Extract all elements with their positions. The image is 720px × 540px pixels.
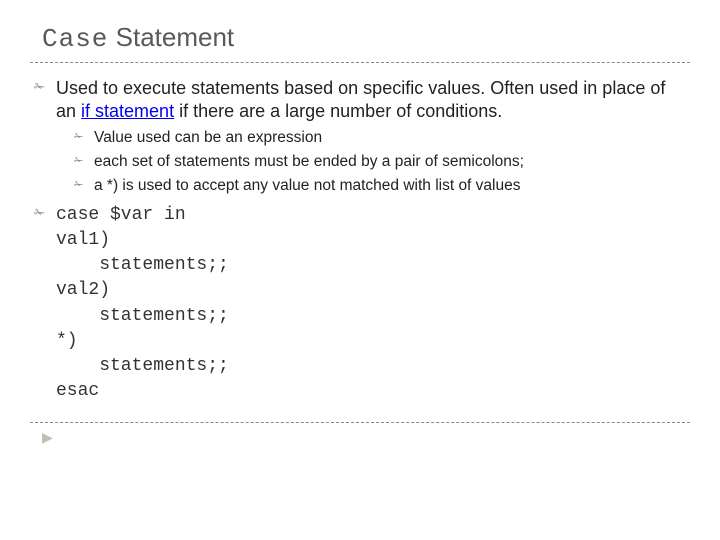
list-item: Used to execute statements based on spec… xyxy=(34,77,684,197)
list-item-text-post: if there are a large number of condition… xyxy=(174,101,502,121)
inline-link[interactable]: if statement xyxy=(81,101,174,121)
sub-list-item: each set of statements must be ended by … xyxy=(74,152,684,173)
sub-list-item: Value used can be an expression xyxy=(74,128,684,149)
page-title: Case Statement xyxy=(42,22,690,54)
footer-mark-icon: ▶ xyxy=(42,429,690,446)
list-item-code: case $var in val1) statements;; val2) st… xyxy=(34,203,684,405)
title-rest: Statement xyxy=(108,22,234,52)
divider-top xyxy=(30,62,690,63)
sub-list-item: a *) is used to accept any value not mat… xyxy=(74,176,684,197)
divider-bottom xyxy=(30,422,690,423)
sub-list: Value used can be an expression each set… xyxy=(74,128,684,197)
slide: Case Statement Used to execute statement… xyxy=(0,0,720,540)
code-block: case $var in val1) statements;; val2) st… xyxy=(56,203,684,405)
bullet-list: Used to execute statements based on spec… xyxy=(30,77,690,404)
title-code-word: Case xyxy=(42,24,108,54)
